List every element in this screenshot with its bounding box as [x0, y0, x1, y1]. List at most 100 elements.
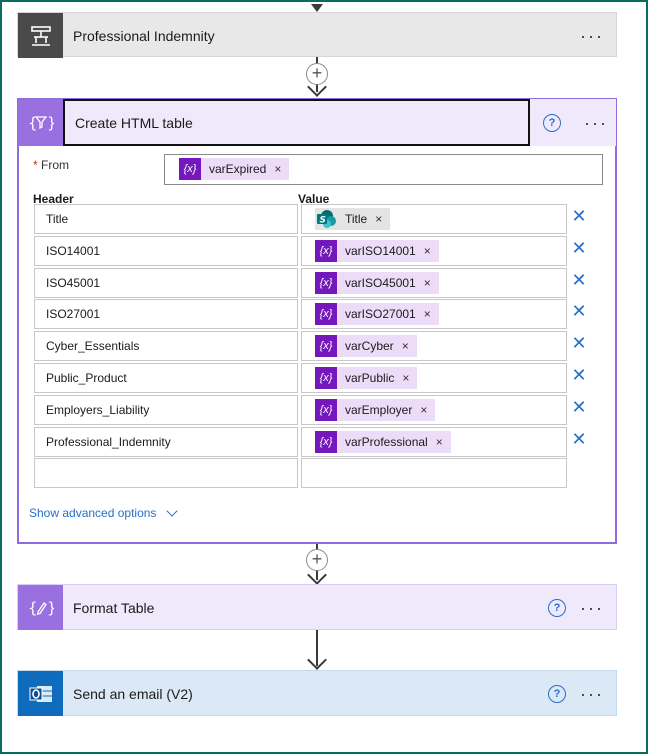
remove-token-icon[interactable]: ×: [420, 403, 427, 417]
variable-icon: {x}: [315, 240, 337, 262]
incoming-arrow: [311, 4, 323, 12]
dynamic-content-token: {x} varISO45001 ×: [315, 272, 439, 294]
step-send-email[interactable]: Send an email (V2) ? ···: [17, 670, 617, 716]
from-label: * From: [33, 158, 69, 172]
show-advanced-options-link[interactable]: Show advanced options: [29, 505, 179, 520]
delete-row-icon[interactable]: ✕: [571, 239, 587, 257]
delete-row-icon[interactable]: ✕: [571, 430, 587, 448]
remove-token-icon[interactable]: ×: [424, 244, 431, 258]
token-label: varProfessional: [345, 435, 428, 449]
delete-row-icon[interactable]: ✕: [571, 366, 587, 384]
header-cell[interactable]: Employers_Liability: [34, 395, 298, 425]
step-format-table[interactable]: { } Format Table ? ···: [17, 584, 617, 630]
token-label: varISO14001: [345, 244, 416, 258]
header-cell-text: Employers_Liability: [46, 403, 150, 417]
remove-token-icon[interactable]: ×: [375, 212, 382, 226]
dynamic-content-token: {x} varEmployer ×: [315, 399, 436, 421]
outlook-icon: [18, 671, 63, 716]
remove-token-icon[interactable]: ×: [402, 339, 409, 353]
step-title: Professional Indemnity: [73, 27, 215, 44]
delete-row-icon[interactable]: ✕: [571, 271, 587, 289]
advanced-link-text: Show advanced options: [29, 506, 157, 520]
data-operation-icon: { }: [18, 99, 63, 146]
help-icon[interactable]: ?: [548, 684, 567, 703]
variable-icon: {x}: [315, 431, 337, 453]
dynamic-content-token: {x} varCyber ×: [315, 335, 417, 357]
value-cell[interactable]: {x} varProfessional ×: [301, 427, 567, 457]
more-options-icon[interactable]: ···: [584, 114, 608, 132]
value-cell[interactable]: S Title ×: [301, 204, 567, 234]
svg-text:}: }: [47, 599, 54, 617]
header-cell[interactable]: Title: [34, 204, 298, 234]
svg-text:S: S: [320, 216, 326, 226]
svg-text:{: {: [28, 599, 38, 617]
help-icon[interactable]: ?: [548, 598, 567, 617]
sharepoint-icon: S: [315, 208, 337, 230]
token-label: varExpired: [209, 162, 267, 176]
step-title: Format Table: [73, 599, 155, 616]
remove-token-icon[interactable]: ×: [436, 435, 443, 449]
remove-token-icon[interactable]: ×: [274, 162, 281, 176]
dynamic-content-token: {x} varISO14001 ×: [315, 240, 439, 262]
remove-token-icon[interactable]: ×: [424, 307, 431, 321]
dynamic-content-token: S Title ×: [315, 208, 391, 230]
header-cell[interactable]: [34, 458, 298, 488]
variable-icon: {x}: [315, 303, 337, 325]
value-cell[interactable]: {x} varISO14001 ×: [301, 236, 567, 266]
variable-icon: {x}: [315, 367, 337, 389]
step-create-html-table: { } Create HTML table ? ··· * From {x} v…: [17, 98, 617, 544]
header-cell[interactable]: ISO14001: [34, 236, 298, 266]
value-cell[interactable]: [301, 458, 567, 488]
remove-token-icon[interactable]: ×: [424, 276, 431, 290]
variable-icon: {x}: [179, 158, 201, 180]
header-cell-text: ISO27001: [46, 307, 101, 321]
dynamic-content-token: {x} varProfessional ×: [315, 431, 451, 453]
token-label: varPublic: [345, 371, 395, 385]
delete-row-icon[interactable]: ✕: [571, 398, 587, 416]
header-cell-text: ISO45001: [46, 276, 101, 290]
step-title-field[interactable]: Create HTML table: [63, 99, 530, 146]
value-cell[interactable]: {x} varPublic ×: [301, 363, 567, 393]
delete-row-icon[interactable]: ✕: [571, 207, 587, 225]
more-options-icon[interactable]: ···: [580, 685, 604, 703]
header-cell-text: Cyber_Essentials: [46, 339, 140, 353]
step-title: Create HTML table: [75, 114, 193, 131]
header-cell-text: Professional_Indemnity: [46, 435, 171, 449]
delete-row-icon[interactable]: ✕: [571, 334, 587, 352]
value-cell[interactable]: {x} varCyber ×: [301, 331, 567, 361]
variable-icon: {x}: [315, 272, 337, 294]
token-label: varCyber: [345, 339, 394, 353]
header-cell[interactable]: ISO27001: [34, 299, 298, 329]
variable-icon: {x}: [315, 399, 337, 421]
delete-row-icon[interactable]: ✕: [571, 302, 587, 320]
dynamic-content-token: {x} varExpired ×: [179, 158, 290, 180]
token-label: varISO45001: [345, 276, 416, 290]
header-cell[interactable]: ISO45001: [34, 268, 298, 298]
help-icon[interactable]: ?: [543, 114, 561, 132]
value-cell[interactable]: {x} varISO27001 ×: [301, 299, 567, 329]
token-label: varISO27001: [345, 307, 416, 321]
value-cell[interactable]: {x} varISO45001 ×: [301, 268, 567, 298]
step-professional-indemnity[interactable]: Professional Indemnity ···: [17, 12, 617, 58]
header-cell[interactable]: Public_Product: [34, 363, 298, 393]
table-split-icon: [18, 13, 63, 58]
header-cell-text: ISO14001: [46, 244, 101, 258]
svg-text:}: }: [47, 114, 54, 132]
header-cell[interactable]: Cyber_Essentials: [34, 331, 298, 361]
required-mark: *: [33, 158, 38, 172]
variable-icon: {x}: [315, 335, 337, 357]
more-options-icon[interactable]: ···: [580, 599, 604, 617]
dynamic-content-token: {x} varPublic ×: [315, 367, 418, 389]
from-label-text: From: [41, 158, 70, 172]
compose-icon: { }: [18, 585, 63, 630]
more-options-icon[interactable]: ···: [580, 27, 604, 45]
header-cell[interactable]: Professional_Indemnity: [34, 427, 298, 457]
header-cell-text: Title: [46, 212, 69, 226]
step-title: Send an email (V2): [73, 685, 193, 702]
token-label: Title: [345, 212, 368, 226]
from-input[interactable]: {x} varExpired ×: [164, 154, 603, 185]
token-label: varEmployer: [345, 403, 413, 417]
value-cell[interactable]: {x} varEmployer ×: [301, 395, 567, 425]
chevron-down-icon: [166, 505, 179, 517]
remove-token-icon[interactable]: ×: [402, 371, 409, 385]
